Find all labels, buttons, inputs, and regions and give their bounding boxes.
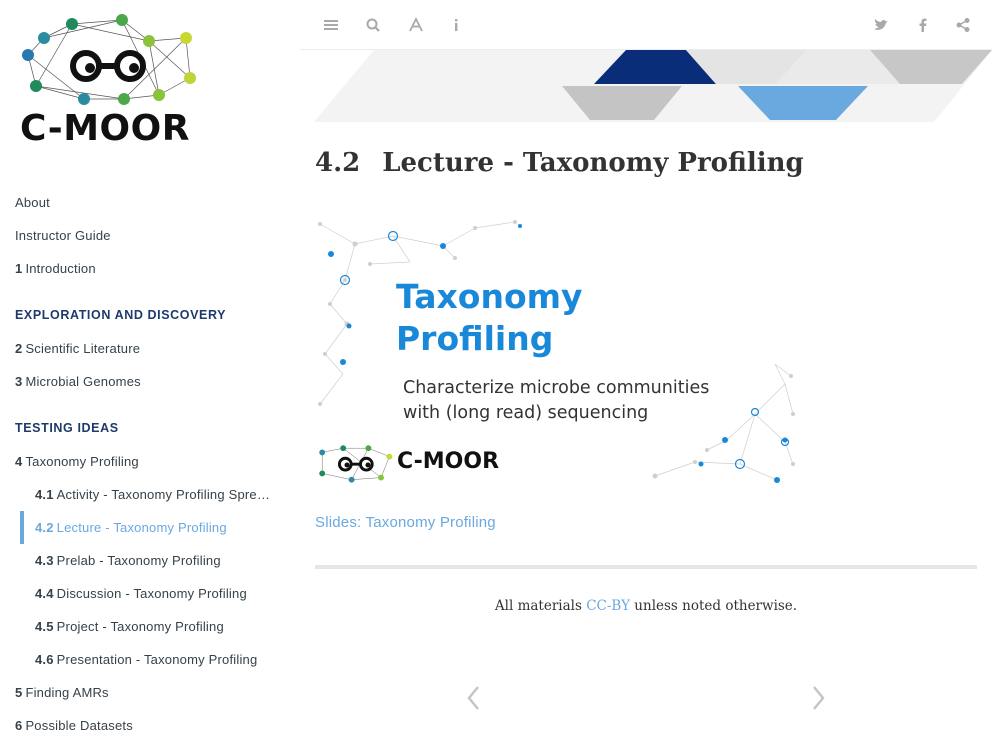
slide-preview-image: Taxonomy Profiling Characterize microbe … (315, 214, 797, 490)
next-page-arrow-icon[interactable] (808, 684, 828, 712)
sidebar-item-label: About (15, 195, 50, 210)
sidebar-item-label: Finding AMRs (25, 685, 109, 700)
sidebar-item-about[interactable]: About (15, 186, 283, 219)
cc-by-link[interactable]: CC-BY (586, 598, 630, 614)
twitter-icon[interactable] (871, 15, 891, 35)
page-title-text: Lecture - Taxonomy Profiling (382, 148, 804, 178)
footer-text: All materials (494, 598, 587, 614)
share-icon[interactable] (953, 15, 973, 35)
sidebar-item-activity[interactable]: 4.1 Activity - Taxonomy Profiling Spre… (35, 478, 283, 511)
sidebar-item-label: Discussion - Taxonomy Profiling (56, 586, 247, 601)
logo-text: C-MOOR (20, 108, 190, 149)
active-indicator (20, 511, 24, 544)
sidebar-item-label: Microbial Genomes (25, 374, 141, 389)
sidebar-item-finding-amrs[interactable]: 5 Finding AMRs (15, 676, 283, 709)
sidebar-item-number: 4.2 (35, 520, 54, 535)
slide-title: Taxonomy Profiling (396, 276, 583, 360)
slide-subtitle-line: Characterize microbe communities (403, 378, 710, 398)
sidebar-item-label: Scientific Literature (25, 341, 141, 356)
sidebar-item-number: 4.6 (35, 652, 54, 667)
previous-page-arrow-icon[interactable] (464, 684, 484, 712)
sidebar-item-number: 5 (15, 685, 23, 700)
search-icon[interactable] (363, 15, 383, 35)
footer-text: unless noted otherwise. (630, 598, 798, 614)
slides-link[interactable]: Slides: Taxonomy Profiling (315, 514, 496, 531)
sidebar-item-number: 4.5 (35, 619, 54, 634)
section-number: 4.2 (315, 148, 361, 178)
sidebar-item-label: Lecture - Taxonomy Profiling (56, 520, 227, 535)
sidebar: C-MOOR About Instructor Guide 1 Introduct… (0, 0, 300, 744)
footer-license: All materials CC-BY unless noted otherwi… (315, 598, 977, 614)
sidebar-item-number: 3 (15, 374, 23, 389)
sidebar-item-microbial-genomes[interactable]: 3 Microbial Genomes (15, 365, 283, 398)
sidebar-item-number: 1 (15, 261, 23, 276)
sidebar-item-number: 4.1 (35, 487, 54, 502)
sidebar-item-label: Presentation - Taxonomy Profiling (56, 652, 258, 667)
page-title: 4.2 Lecture - Taxonomy Profiling (315, 148, 804, 178)
sidebar-item-label: Instructor Guide (15, 228, 111, 243)
slide-subtitle-line: with (long read) sequencing (403, 403, 649, 423)
sidebar-section-header: TESTING IDEAS (15, 421, 119, 435)
sidebar-section-header: EXPLORATION AND DISCOVERY (15, 308, 227, 322)
slide-logo-text: C-MOOR (397, 449, 500, 474)
sidebar-item-label: Possible Datasets (25, 718, 133, 733)
sidebar-item-discussion[interactable]: 4.4 Discussion - Taxonomy Profiling (35, 577, 283, 610)
slide-title-line: Taxonomy (396, 277, 583, 316)
sidebar-item-presentation[interactable]: 4.6 Presentation - Taxonomy Profiling (35, 643, 283, 676)
sidebar-item-taxonomy-profiling[interactable]: 4 Taxonomy Profiling (15, 445, 283, 478)
sidebar-item-number: 4.4 (35, 586, 54, 601)
facebook-icon[interactable] (913, 15, 933, 35)
sidebar-item-label: Introduction (25, 261, 96, 276)
info-icon[interactable] (446, 15, 466, 35)
topbar (300, 0, 992, 50)
header-banner-graphic (314, 50, 992, 122)
sidebar-item-possible-datasets[interactable]: 6 Possible Datasets (15, 709, 283, 742)
slide-subtitle: Characterize microbe communities with (l… (403, 376, 709, 426)
sidebar-item-introduction[interactable]: 1 Introduction (15, 252, 283, 285)
sidebar-item-lecture[interactable]: 4.2 Lecture - Taxonomy Profiling (35, 511, 283, 544)
sidebar-item-number: 4.3 (35, 553, 54, 568)
divider (315, 565, 977, 569)
font-icon[interactable] (406, 15, 426, 35)
sidebar-item-number: 2 (15, 341, 23, 356)
sidebar-item-instructor-guide[interactable]: Instructor Guide (15, 219, 283, 252)
sidebar-item-number: 4 (15, 454, 23, 469)
sidebar-item-label: Project - Taxonomy Profiling (56, 619, 224, 634)
menu-icon[interactable] (321, 15, 341, 35)
sidebar-item-label: Prelab - Taxonomy Profiling (56, 553, 221, 568)
slide-title-line: Profiling (396, 319, 554, 358)
sidebar-item-project[interactable]: 4.5 Project - Taxonomy Profiling (35, 610, 283, 643)
sidebar-item-label: Activity - Taxonomy Profiling Spre… (56, 487, 271, 502)
sidebar-item-number: 6 (15, 718, 23, 733)
sidebar-item-scientific-literature[interactable]: 2 Scientific Literature (15, 332, 283, 365)
sidebar-item-prelab[interactable]: 4.3 Prelab - Taxonomy Profiling (35, 544, 283, 577)
sidebar-item-label: Taxonomy Profiling (25, 454, 139, 469)
